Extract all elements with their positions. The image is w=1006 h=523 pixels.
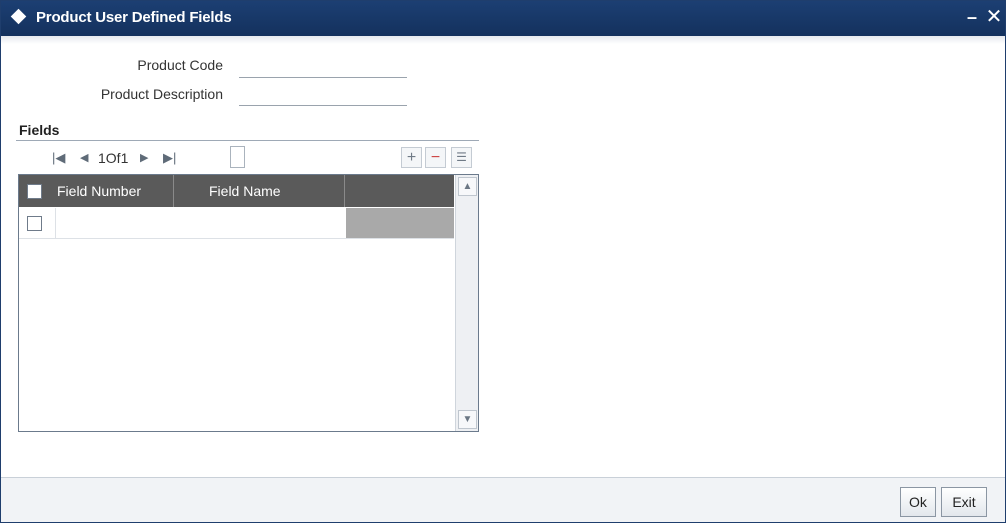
product-description-label: Product Description <box>100 86 223 102</box>
first-page-icon[interactable]: |◀ <box>52 149 66 167</box>
page-current: 1 <box>98 150 106 166</box>
page-of-label: Of <box>105 150 121 166</box>
col-field-name[interactable]: Field Name <box>209 175 281 207</box>
page-indicator: 1Of1 <box>98 149 128 167</box>
scroll-down-icon[interactable]: ▼ <box>458 410 477 429</box>
fields-section-title: Fields <box>19 122 60 138</box>
column-separator <box>173 175 174 207</box>
row-extra-cell <box>346 208 454 238</box>
footer-bar <box>1 478 1005 522</box>
exit-button[interactable]: Exit <box>941 487 987 517</box>
minus-icon[interactable]: − <box>425 147 446 168</box>
page-total: 1 <box>120 150 129 166</box>
grid-vertical-scrollbar[interactable]: ▲ ▼ <box>455 175 478 431</box>
window-diamond-icon <box>10 8 27 25</box>
table-row[interactable] <box>19 208 454 239</box>
ok-button[interactable]: Ok <box>900 487 936 517</box>
select-all-checkbox[interactable] <box>27 184 42 199</box>
row-divider <box>55 208 56 238</box>
fields-section-divider <box>16 140 479 141</box>
grid-header: Field Number Field Name <box>19 175 454 207</box>
minimize-icon[interactable]: – <box>964 7 980 27</box>
row-checkbox[interactable] <box>27 216 42 231</box>
product-code-label: Product Code <box>137 57 223 73</box>
title-bar: Product User Defined Fields – ✕ <box>1 1 1005 36</box>
next-page-icon[interactable]: ▶ <box>140 149 152 167</box>
plus-icon[interactable]: + <box>401 147 422 168</box>
page-number-input[interactable] <box>230 146 245 168</box>
column-separator <box>344 175 345 207</box>
window-title: Product User Defined Fields <box>36 9 232 26</box>
list-view-icon[interactable]: ☰ <box>451 147 472 168</box>
header-shade <box>1 36 1005 44</box>
scroll-up-icon[interactable]: ▲ <box>458 177 477 196</box>
product-code-field[interactable] <box>239 77 407 78</box>
row-field-name[interactable] <box>199 214 339 232</box>
product-udf-window: Product User Defined Fields – ✕ Product … <box>0 0 1006 523</box>
close-icon[interactable]: ✕ <box>984 5 1004 29</box>
last-page-icon[interactable]: ▶| <box>163 149 177 167</box>
product-description-field[interactable] <box>239 105 407 106</box>
col-field-number[interactable]: Field Number <box>57 175 141 207</box>
row-field-number[interactable] <box>59 214 169 232</box>
fields-grid: Field Number Field Name ▲ ▼ <box>18 174 479 432</box>
previous-page-icon[interactable]: ◀ <box>80 149 92 167</box>
